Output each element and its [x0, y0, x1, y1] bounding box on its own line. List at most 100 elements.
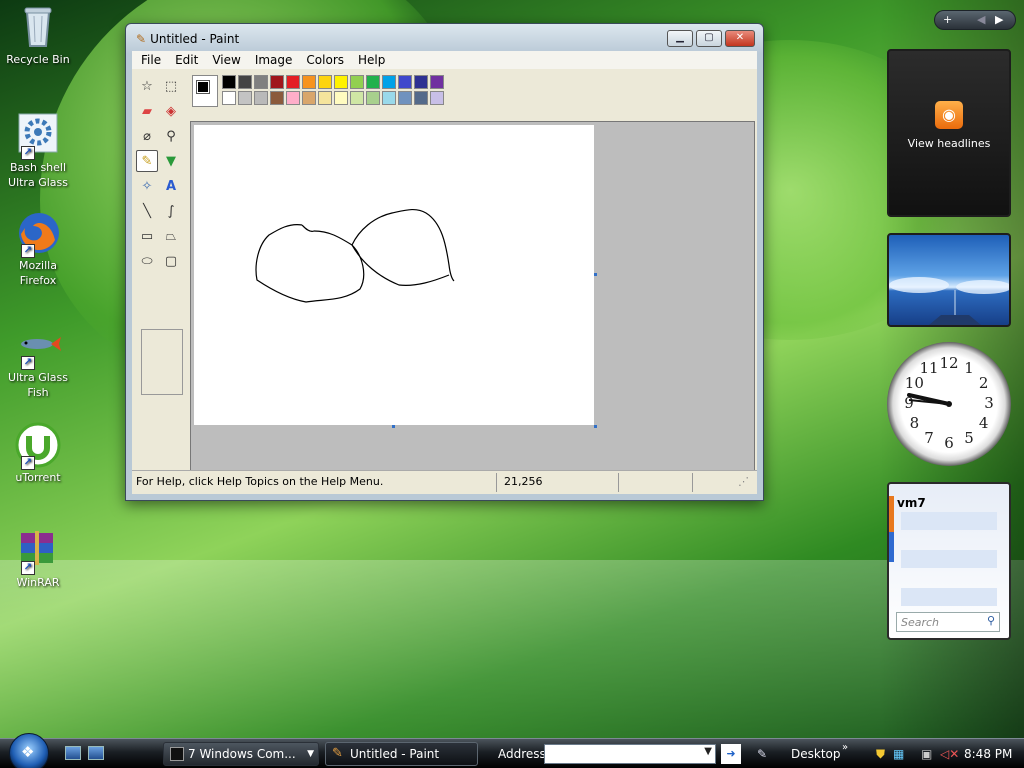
- address-dropdown-icon[interactable]: ▼: [704, 746, 712, 757]
- tool-options-box[interactable]: [141, 329, 183, 395]
- palette-color-swatch[interactable]: [430, 91, 444, 105]
- rectangle-tool-icon[interactable]: ▭: [136, 225, 158, 247]
- airbrush-icon[interactable]: ✧: [136, 175, 158, 197]
- group-dropdown-icon[interactable]: ▼: [307, 743, 314, 765]
- prev-gadget-icon[interactable]: ◀: [977, 11, 985, 29]
- feed-headlines-gadget[interactable]: ◉ View headlines: [887, 49, 1011, 217]
- ellipse-tool-icon[interactable]: ⬭: [136, 250, 158, 272]
- palette-color-swatch[interactable]: [398, 91, 412, 105]
- palette-color-swatch[interactable]: [350, 75, 364, 89]
- minimize-button[interactable]: ▁: [667, 30, 693, 47]
- menu-colors[interactable]: Colors: [299, 51, 351, 69]
- network-disconnected-icon[interactable]: ▣: [921, 739, 932, 768]
- resize-handle-right[interactable]: [594, 273, 597, 276]
- next-gadget-icon[interactable]: ▶: [995, 11, 1003, 29]
- desktop-icon-label: Mozilla: [19, 259, 57, 272]
- menu-help[interactable]: Help: [351, 51, 392, 69]
- pen-input-icon[interactable]: ✎: [757, 739, 767, 768]
- close-button[interactable]: ✕: [725, 30, 755, 47]
- switch-windows-icon[interactable]: [88, 746, 104, 760]
- clock-hands: [907, 393, 952, 407]
- desktop-toolbar-label[interactable]: Desktop: [791, 739, 841, 768]
- menu-view[interactable]: View: [205, 51, 247, 69]
- palette-color-swatch[interactable]: [270, 91, 284, 105]
- color-picker-icon[interactable]: ⌀: [136, 125, 158, 147]
- palette-color-swatch[interactable]: [334, 91, 348, 105]
- taskbar-button-windows-command[interactable]: 7 Windows Com... ▼: [163, 742, 319, 766]
- palette-color-swatch[interactable]: [382, 91, 396, 105]
- resize-handle-bottom[interactable]: [392, 425, 395, 428]
- maximize-button[interactable]: ▢: [696, 30, 722, 47]
- eraser-icon[interactable]: ▰: [136, 100, 158, 122]
- menu-file[interactable]: File: [134, 51, 168, 69]
- desktop-icon-bash-shell[interactable]: ↗ Bash shell Ultra Glass: [0, 112, 76, 190]
- start-button[interactable]: ❖: [9, 733, 49, 768]
- palette-color-swatch[interactable]: [318, 91, 332, 105]
- clock-time[interactable]: 8:48 PM: [964, 739, 1012, 768]
- menu-image[interactable]: Image: [248, 51, 300, 69]
- text-tool-icon[interactable]: A: [160, 175, 182, 197]
- palette-color-swatch[interactable]: [238, 75, 252, 89]
- paint-window[interactable]: ✎ Untitled - Paint ▁ ▢ ✕ File Edit View I…: [125, 23, 764, 501]
- desktop-icon-firefox[interactable]: ↗ Mozilla Firefox: [0, 210, 76, 288]
- palette-color-swatch[interactable]: [382, 75, 396, 89]
- curve-tool-icon[interactable]: ∫: [160, 200, 182, 222]
- free-select-icon[interactable]: ☆: [136, 75, 158, 97]
- paint-title-bar[interactable]: ✎ Untitled - Paint ▁ ▢ ✕: [126, 24, 763, 52]
- palette-color-swatch[interactable]: [254, 75, 268, 89]
- polygon-tool-icon[interactable]: ⏢: [160, 225, 182, 247]
- palette-color-swatch[interactable]: [222, 91, 236, 105]
- taskbar-button-paint[interactable]: ✎ Untitled - Paint: [325, 742, 478, 766]
- current-colors[interactable]: [192, 75, 218, 107]
- palette-color-swatch[interactable]: [318, 75, 332, 89]
- palette-color-swatch[interactable]: [286, 91, 300, 105]
- palette-color-swatch[interactable]: [286, 75, 300, 89]
- chevron-right-icon[interactable]: »: [842, 733, 848, 763]
- address-input[interactable]: ▼: [544, 744, 716, 764]
- palette-color-swatch[interactable]: [366, 91, 380, 105]
- palette-color-swatch[interactable]: [238, 91, 252, 105]
- desktop-icon-recycle-bin[interactable]: Recycle Bin: [0, 4, 76, 67]
- line-tool-icon[interactable]: ╲: [136, 200, 158, 222]
- magnifier-icon[interactable]: ⚲: [160, 125, 182, 147]
- size-grip-icon[interactable]: ⋰: [738, 475, 749, 488]
- drawing-canvas[interactable]: [194, 125, 594, 425]
- palette-color-swatch[interactable]: [302, 75, 316, 89]
- taskbar-button-label: 7 Windows Com...: [188, 747, 296, 761]
- palette-color-swatch[interactable]: [350, 91, 364, 105]
- search-icon[interactable]: ⚲: [987, 614, 995, 627]
- clock-gadget[interactable]: 12 1 2 3 4 5 6 7 8 9 10 11: [887, 342, 1011, 466]
- contacts-search-field[interactable]: Search ⚲: [896, 612, 1000, 632]
- pencil-icon[interactable]: ✎: [136, 150, 158, 172]
- rounded-rect-tool-icon[interactable]: ▢: [160, 250, 182, 272]
- menu-edit[interactable]: Edit: [168, 51, 205, 69]
- palette-color-swatch[interactable]: [302, 91, 316, 105]
- palette-color-swatch[interactable]: [334, 75, 348, 89]
- slideshow-gadget[interactable]: [887, 233, 1012, 327]
- brush-icon[interactable]: ▼: [160, 150, 182, 172]
- contacts-tab-orange: [889, 496, 894, 532]
- security-shield-icon[interactable]: ⛊: [876, 739, 885, 768]
- add-gadget-icon[interactable]: +: [943, 11, 952, 29]
- desktop-icon-winrar[interactable]: ↗ WinRAR: [0, 527, 76, 590]
- palette-color-swatch[interactable]: [222, 75, 236, 89]
- palette-color-swatch[interactable]: [414, 91, 428, 105]
- desktop-icon-utorrent[interactable]: ↗ uTorrent: [0, 422, 76, 485]
- palette-color-swatch[interactable]: [414, 75, 428, 89]
- volume-muted-icon[interactable]: ◁✕: [940, 739, 959, 768]
- fill-bucket-icon[interactable]: ◈: [160, 100, 182, 122]
- shortcut-arrow-icon: ↗: [21, 456, 35, 470]
- palette-color-swatch[interactable]: [270, 75, 284, 89]
- palette-color-swatch[interactable]: [430, 75, 444, 89]
- command-prompt-icon: [170, 747, 184, 761]
- network-icon[interactable]: ▦: [893, 739, 904, 768]
- resize-handle-corner[interactable]: [594, 425, 597, 428]
- go-arrow-icon[interactable]: ➜: [721, 744, 741, 764]
- contacts-gadget[interactable]: vm7 Search ⚲: [887, 482, 1011, 640]
- palette-color-swatch[interactable]: [254, 91, 268, 105]
- palette-color-swatch[interactable]: [398, 75, 412, 89]
- desktop-icon-fish[interactable]: ↗ Ultra Glass Fish: [0, 322, 76, 400]
- rect-select-icon[interactable]: ⬚: [160, 75, 182, 97]
- show-desktop-icon[interactable]: [65, 746, 81, 760]
- palette-color-swatch[interactable]: [366, 75, 380, 89]
